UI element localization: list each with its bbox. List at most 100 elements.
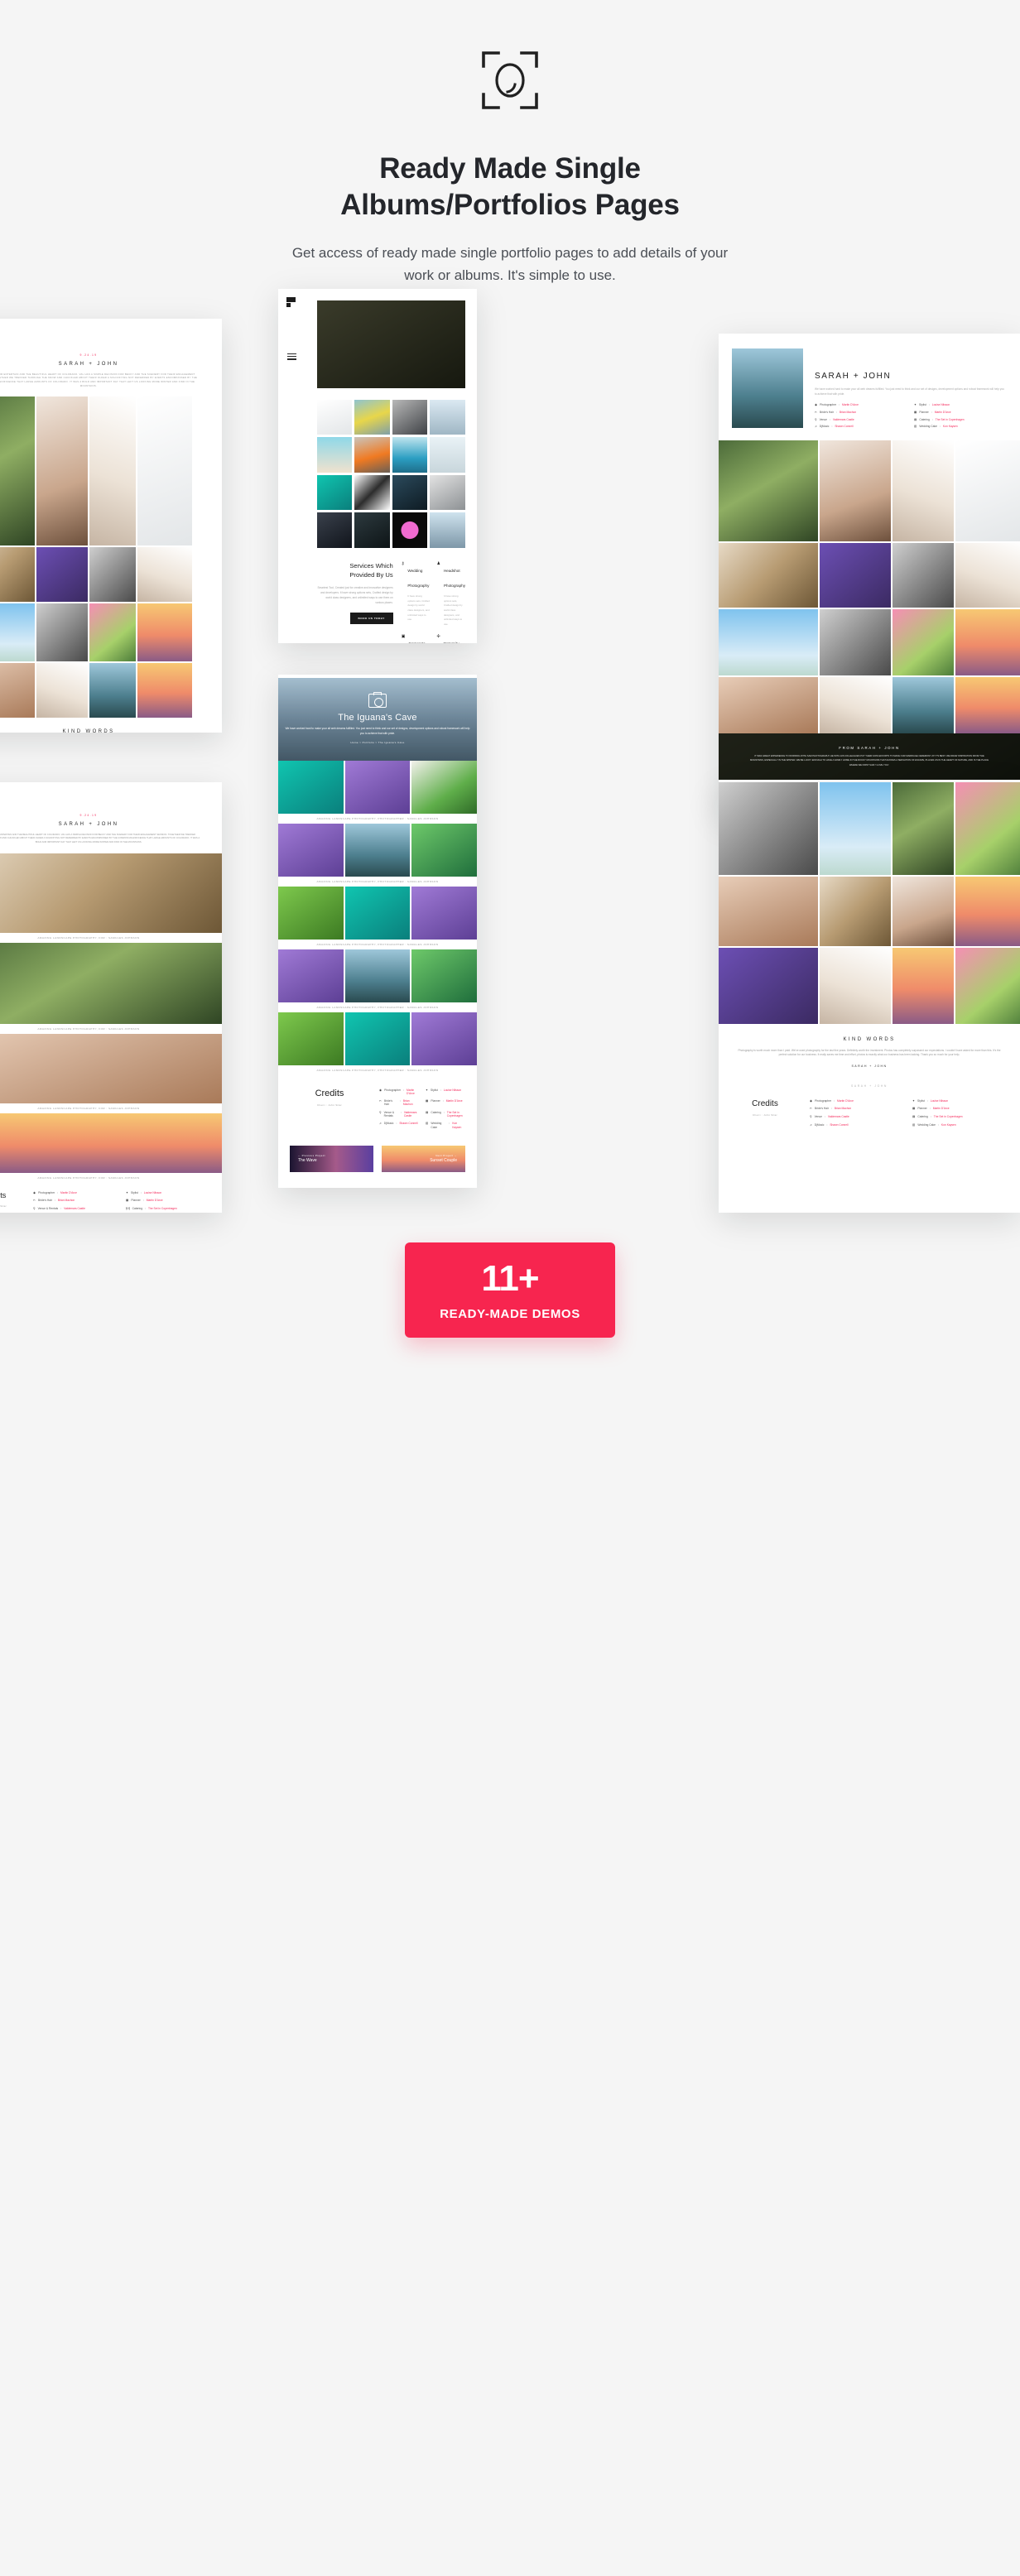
credit-value[interactable]: Valdemars Castle xyxy=(404,1111,419,1118)
cave-photo[interactable] xyxy=(344,760,411,814)
album-photo[interactable] xyxy=(719,781,818,875)
album-photo[interactable] xyxy=(955,876,1020,946)
album-photo[interactable] xyxy=(719,543,818,608)
album-photo[interactable] xyxy=(820,677,891,734)
cave-photo[interactable] xyxy=(411,760,477,814)
cave-photo[interactable] xyxy=(278,823,344,877)
credit-value[interactable]: Brian Machon xyxy=(840,411,856,414)
cave-photo[interactable] xyxy=(344,886,411,940)
credit-value[interactable]: Louise Nilsson xyxy=(144,1191,161,1194)
mockup-left-album-top[interactable]: 9.24.19 SARAH + JOHN A PASSION FOR ENTER… xyxy=(0,318,222,733)
portfolio-thumb[interactable] xyxy=(316,474,353,511)
album-photo[interactable] xyxy=(0,396,35,546)
credit-value[interactable]: Martin D'Arce xyxy=(837,1099,854,1103)
album-photo[interactable] xyxy=(137,396,192,546)
credit-value[interactable]: Shawn Connell xyxy=(830,1123,848,1127)
portfolio-thumb[interactable] xyxy=(316,399,353,435)
album-photo[interactable] xyxy=(137,547,192,603)
service-item[interactable]: ✣ Maternity Photography It have strong o… xyxy=(436,634,465,643)
portfolio-thumb[interactable] xyxy=(430,437,465,473)
portfolio-thumb[interactable] xyxy=(430,399,465,435)
portfolio-thumb[interactable] xyxy=(316,437,353,473)
credit-value[interactable]: Louise Nilsson xyxy=(932,403,950,406)
cave-photo[interactable] xyxy=(411,949,477,1002)
portfolio-thumb[interactable] xyxy=(354,437,390,473)
credit-value[interactable]: Kon Kaysen xyxy=(943,425,958,428)
portfolio-thumb[interactable] xyxy=(354,474,390,511)
credit-value[interactable]: Valdemars Castle xyxy=(64,1207,85,1210)
hamburger-menu-icon[interactable] xyxy=(287,353,296,362)
album-photo[interactable] xyxy=(892,781,954,875)
album-photo[interactable] xyxy=(820,876,891,946)
cave-photo[interactable] xyxy=(411,1012,477,1065)
credit-value[interactable]: Kon Kaysen xyxy=(941,1123,956,1127)
mockup-center-portfolio[interactable]: Services Which Provided By Us Smartest T… xyxy=(278,288,477,643)
credit-value[interactable]: Louise Nilsson xyxy=(444,1089,461,1092)
credit-value[interactable]: Martin D'Arce xyxy=(933,1107,950,1110)
cave-photo[interactable] xyxy=(278,1012,344,1065)
album-photo[interactable] xyxy=(0,547,35,603)
album-photo[interactable] xyxy=(820,609,891,676)
album-photo[interactable] xyxy=(0,853,222,933)
album-photo[interactable] xyxy=(36,547,88,603)
credit-value[interactable]: Martin D'Arce xyxy=(407,1089,419,1096)
album-photo[interactable] xyxy=(719,947,818,1024)
cave-photo[interactable] xyxy=(344,823,411,877)
credit-value[interactable]: The Set in Copenhagen xyxy=(447,1111,465,1118)
book-us-today-button[interactable]: BOOK US TODAY xyxy=(349,613,393,625)
breadcrumb[interactable]: Home > Portfolio > The Iguana's Cave xyxy=(285,741,471,744)
album-photo[interactable] xyxy=(137,603,192,662)
album-photo[interactable] xyxy=(719,440,818,542)
album-photo[interactable] xyxy=(892,876,954,946)
service-item[interactable]: ▣ Corporate Photography It have strong o… xyxy=(402,634,431,643)
album-photo[interactable] xyxy=(955,543,1020,608)
portfolio-thumb[interactable] xyxy=(392,437,428,473)
credit-value[interactable]: Brian Machon xyxy=(58,1199,75,1202)
album-photo[interactable] xyxy=(892,677,954,734)
album-photo[interactable] xyxy=(719,609,818,676)
album-photo[interactable] xyxy=(955,609,1020,676)
album-photo[interactable] xyxy=(955,781,1020,875)
cave-photo[interactable] xyxy=(411,886,477,940)
previous-project-link[interactable]: ← Previous Project The Wave xyxy=(290,1145,373,1172)
album-photo[interactable] xyxy=(36,396,88,546)
credit-value[interactable]: Kon Kaysen xyxy=(452,1122,465,1129)
album-photo[interactable] xyxy=(955,440,1020,542)
credit-value[interactable]: Martin D'Arce xyxy=(842,403,859,406)
mockup-right-album-top[interactable]: SARAH + JOHN We have worked hard to make… xyxy=(719,333,1020,814)
cave-photo[interactable] xyxy=(344,949,411,1002)
album-photo[interactable] xyxy=(820,543,891,608)
album-photo[interactable] xyxy=(89,663,136,718)
album-hero-photo[interactable] xyxy=(732,348,803,428)
album-photo[interactable] xyxy=(892,947,954,1024)
credit-value[interactable]: Valdemars Castle xyxy=(833,418,854,421)
portfolio-thumb[interactable] xyxy=(316,512,353,548)
album-photo[interactable] xyxy=(820,947,891,1024)
service-item[interactable]: ♟ Headshot Photography It have strong op… xyxy=(436,561,465,627)
credit-value[interactable]: The Set in Copenhagen xyxy=(936,418,965,421)
hero-portrait-photo[interactable] xyxy=(316,300,465,388)
credit-value[interactable]: Brian Machon xyxy=(403,1099,419,1107)
service-item[interactable]: ⚷ Wedding Photography It have strong opt… xyxy=(402,561,431,627)
portfolio-thumb[interactable] xyxy=(430,474,465,511)
credit-value[interactable]: The Set in Copenhagen xyxy=(148,1207,177,1210)
credit-value[interactable]: Louise Nilsson xyxy=(931,1099,948,1103)
album-photo[interactable] xyxy=(820,440,891,542)
album-photo[interactable] xyxy=(36,663,88,718)
cave-photo[interactable] xyxy=(344,1012,411,1065)
ht-logo-icon[interactable] xyxy=(286,296,296,307)
cave-photo[interactable] xyxy=(411,823,477,877)
album-photo[interactable] xyxy=(892,440,954,542)
album-photo[interactable] xyxy=(719,876,818,946)
portfolio-thumb[interactable] xyxy=(392,399,428,435)
cave-photo[interactable] xyxy=(278,949,344,1002)
mockup-left-album-bottom[interactable]: 9.24.19 SARAH + JOHN A PASSION FOR ENTER… xyxy=(0,781,222,1213)
portfolio-thumb[interactable] xyxy=(430,512,465,548)
album-photo[interactable] xyxy=(0,603,35,662)
credit-value[interactable]: Shawn Connell xyxy=(835,425,853,428)
ready-made-demos-badge[interactable]: 11+ READY-MADE DEMOS xyxy=(405,1242,615,1338)
album-photo[interactable] xyxy=(137,663,192,718)
credit-value[interactable]: Martin D'Arce xyxy=(60,1191,77,1194)
credit-value[interactable]: Martin D'Arce xyxy=(446,1099,463,1103)
album-photo[interactable] xyxy=(892,543,954,608)
